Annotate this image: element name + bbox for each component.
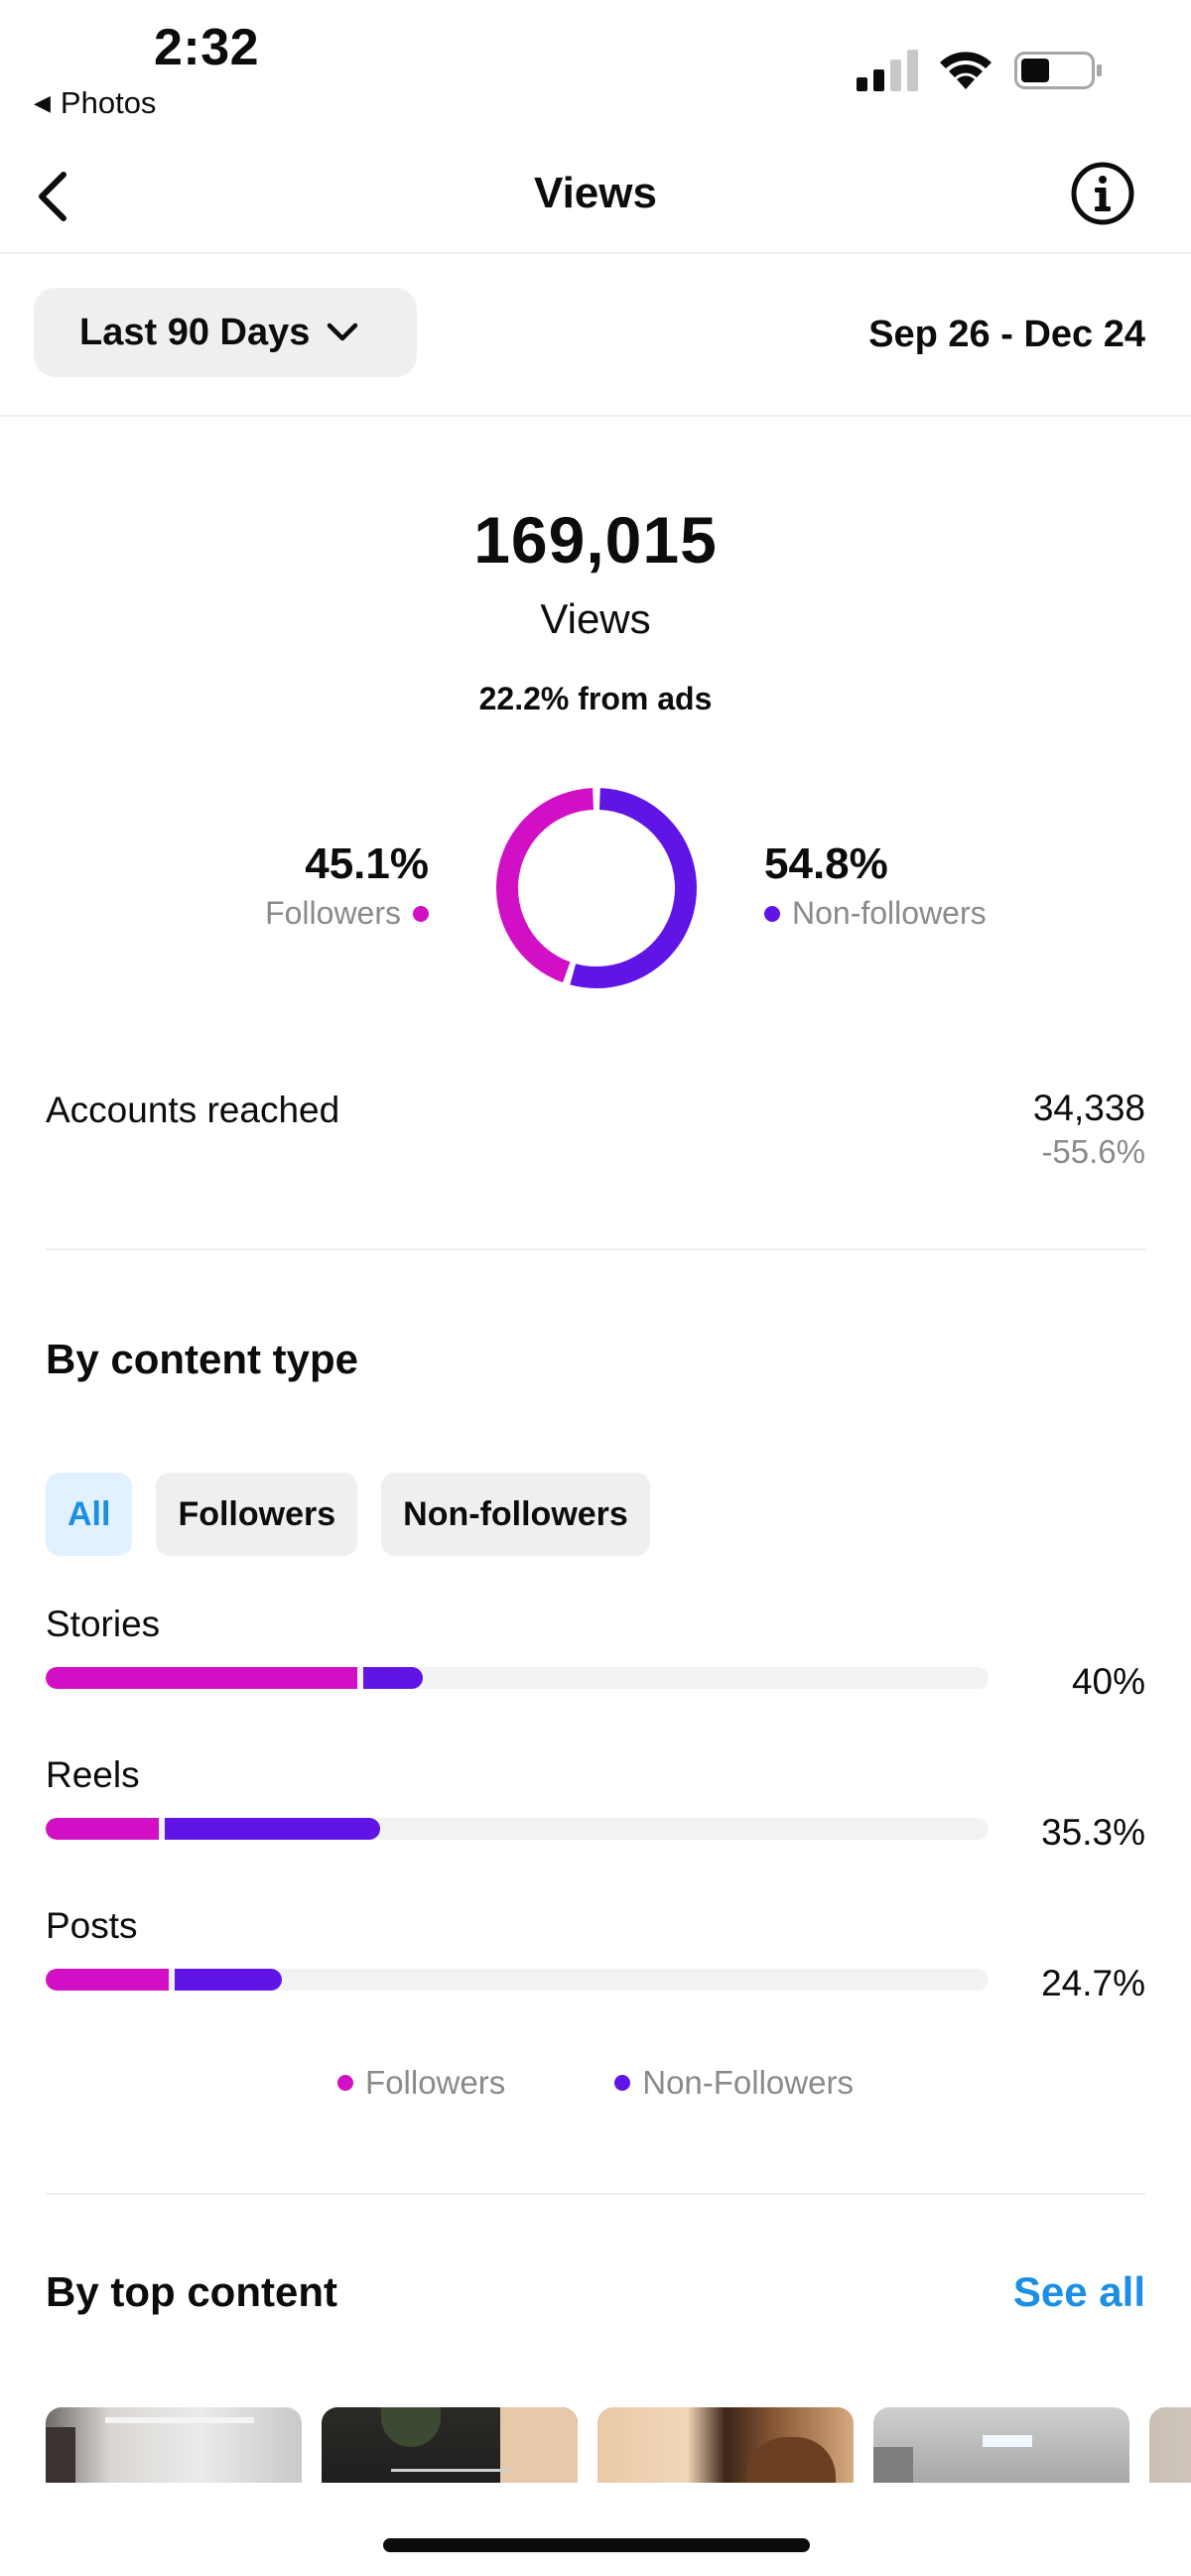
followers-dot-icon [413, 905, 429, 922]
chip-followers[interactable]: Followers [156, 1473, 358, 1556]
back-app-label: Photos [60, 85, 157, 120]
content-type-bar-track [46, 1818, 989, 1840]
content-type-label: Reels [46, 1754, 140, 1795]
nav-header: Views [0, 139, 1191, 254]
accounts-reached-change: -55.6% [1041, 1133, 1145, 1170]
non-followers-bar-segment [174, 1969, 282, 1991]
date-range-dropdown[interactable]: Last 90 Days [34, 288, 417, 377]
status-time: 2:32 [154, 19, 260, 76]
home-indicator[interactable] [383, 2538, 810, 2552]
content-type-row-reels: Reels 35.3% [46, 1754, 1145, 1854]
back-triangle-icon: ◀ [34, 90, 51, 115]
top-content-thumbnail[interactable] [1149, 2407, 1191, 2483]
followers-donut-chart [496, 788, 697, 988]
followers-label: Followers [265, 895, 401, 931]
content-type-row-posts: Posts 24.7% [46, 1905, 1145, 2004]
accounts-reached-value: 34,338 [1032, 1088, 1145, 1128]
followers-bar-segment [46, 1818, 159, 1840]
back-to-app-link[interactable]: ◀ Photos [34, 85, 156, 121]
followers-bar-segment [46, 1969, 169, 1991]
content-type-row-stories: Stories 40% [46, 1604, 1145, 1703]
chip-all[interactable]: All [46, 1473, 133, 1556]
non-followers-donut-segment [570, 788, 697, 988]
top-content-section-title: By top content [46, 2268, 337, 2315]
non-followers-legend: 54.8% Non-followers [764, 839, 987, 932]
followers-legend: 45.1% Followers [265, 839, 429, 932]
top-content-thumbnails [46, 2407, 1191, 2483]
followers-percentage: 45.1% [305, 839, 429, 888]
page-title: Views [534, 169, 657, 217]
content-type-legend: Followers Non-Followers [0, 2064, 1191, 2102]
non-followers-bar-segment [362, 1667, 423, 1689]
followers-donut-segment [496, 788, 595, 983]
content-type-label: Stories [46, 1604, 161, 1644]
cellular-signal-icon [857, 50, 918, 91]
info-icon[interactable] [1070, 161, 1135, 226]
date-range-text: Sep 26 - Dec 24 [868, 314, 1145, 355]
non-followers-percentage: 54.8% [764, 839, 888, 888]
content-type-bar-track [46, 1969, 989, 1991]
content-type-bar-track [46, 1667, 989, 1689]
filter-row: Last 90 Days Sep 26 - Dec 24 [0, 254, 1191, 417]
content-type-value: 24.7% [1041, 1963, 1145, 2003]
legend-non-followers-label: Non-Followers [642, 2064, 854, 2101]
non-followers-dot-icon [614, 2075, 631, 2091]
content-type-value: 40% [1071, 1661, 1145, 1702]
chip-non-followers[interactable]: Non-followers [381, 1473, 650, 1556]
section-divider [46, 1248, 1145, 1250]
wifi-icon [940, 52, 992, 89]
section-divider [46, 2193, 1145, 2195]
top-content-thumbnail[interactable] [322, 2407, 578, 2483]
content-type-label: Posts [46, 1905, 138, 1946]
battery-icon [1014, 52, 1102, 89]
ads-share-note: 22.2% from ads [478, 681, 713, 716]
non-followers-dot-icon [764, 905, 780, 922]
non-followers-label: Non-followers [792, 895, 987, 931]
chevron-down-icon [328, 322, 358, 341]
followers-bar-segment [46, 1667, 357, 1689]
legend-followers-label: Followers [365, 2064, 506, 2101]
total-views-label: Views [540, 595, 651, 642]
status-bar: 2:32 ◀ Photos [0, 0, 1191, 129]
top-content-thumbnail[interactable] [46, 2407, 302, 2483]
see-all-link[interactable]: See all [1013, 2268, 1145, 2316]
content-type-filter-chips: All Followers Non-followers [46, 1473, 650, 1556]
accounts-reached-label: Accounts reached [46, 1090, 340, 1130]
non-followers-bar-segment [165, 1818, 381, 1840]
date-range-dropdown-label: Last 90 Days [79, 311, 311, 353]
top-content-thumbnail[interactable] [873, 2407, 1129, 2483]
content-type-section-title: By content type [46, 1336, 359, 1382]
total-views-count: 169,015 [473, 503, 718, 577]
content-type-value: 35.3% [1041, 1812, 1145, 1853]
top-content-thumbnail[interactable] [597, 2407, 854, 2483]
followers-dot-icon [337, 2075, 354, 2091]
